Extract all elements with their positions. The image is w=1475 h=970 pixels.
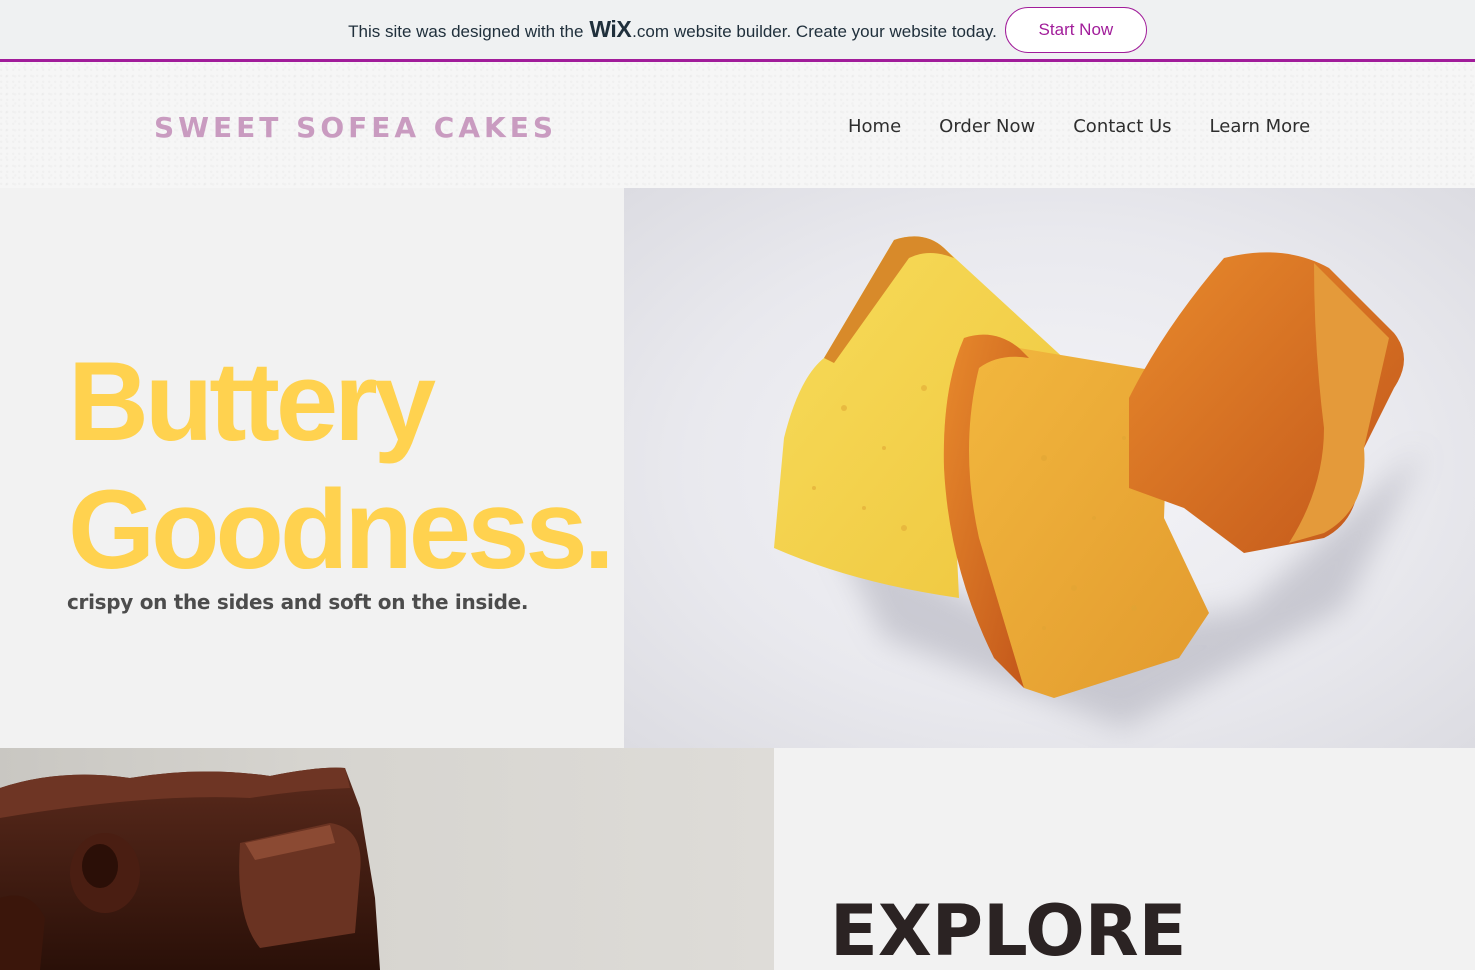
explore-panel: EXPLORE — [774, 748, 1475, 970]
wix-promo-banner: This site was designed with the WiX .com… — [0, 0, 1475, 62]
chocolate-cake-photo — [0, 748, 774, 970]
start-now-button[interactable]: Start Now — [1004, 6, 1147, 53]
chocolate-cake-illustration — [0, 767, 380, 970]
wix-logo[interactable]: WiX — [589, 16, 631, 43]
nav-item-learn-more[interactable]: Learn More — [1210, 116, 1311, 137]
wix-promo-text: This site was designed with the WiX .com… — [348, 16, 997, 43]
wix-promo-text-before: This site was designed with the — [348, 22, 584, 41]
hero-subtitle: crispy on the sides and soft on the insi… — [67, 590, 529, 614]
wix-dotcom: .com — [632, 22, 670, 41]
explore-heading: EXPLORE — [830, 890, 1187, 970]
site-brand-title[interactable]: SWEET SOFEA CAKES — [154, 111, 557, 144]
butter-cake-illustration — [774, 236, 1424, 728]
hero-title-line-1: Buttery — [68, 339, 436, 464]
nav-item-contact-us[interactable]: Contact Us — [1073, 116, 1171, 137]
main-nav: Home Order Now Contact Us Learn More — [848, 116, 1310, 137]
nav-item-order-now[interactable]: Order Now — [939, 116, 1035, 137]
hero-title-line-2: Goodness. — [68, 467, 615, 592]
hero-text-panel: Buttery Goodness. crispy on the sides an… — [0, 188, 624, 748]
wix-promo-text-after: website builder. Create your website tod… — [674, 22, 997, 41]
nav-item-home[interactable]: Home — [848, 116, 901, 137]
butter-cake-photo — [624, 188, 1475, 748]
hero-title: Buttery Goodness. — [68, 338, 615, 594]
site-header: SWEET SOFEA CAKES Home Order Now Contact… — [0, 62, 1475, 188]
